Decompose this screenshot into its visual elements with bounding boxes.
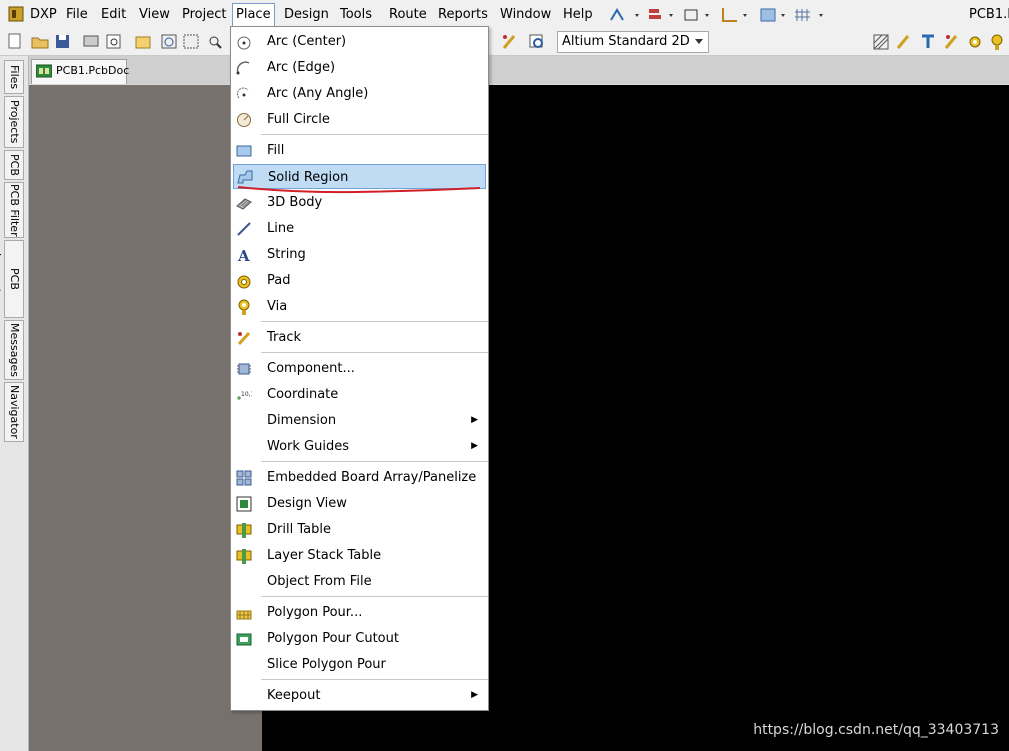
- menu-item-arc-edge[interactable]: Arc (Edge): [231, 55, 488, 80]
- menu-item-track[interactable]: Track: [231, 325, 488, 350]
- fill-icon: [236, 145, 252, 157]
- menu-item-fill[interactable]: Fill: [231, 138, 488, 163]
- main-toolbar: Altium Standard 2D: [0, 29, 1009, 56]
- menu-separator: [261, 352, 488, 353]
- menu-edit[interactable]: Edit: [101, 5, 126, 25]
- menu-item-component[interactable]: Component...: [231, 356, 488, 381]
- submenu-arrow-icon: ▶: [471, 415, 478, 425]
- design-view-icon: [236, 496, 252, 512]
- drill-table-icon: [236, 523, 252, 538]
- line-icon: [237, 222, 251, 236]
- menu-item-embedded-board-array[interactable]: Embedded Board Array/Panelize: [231, 465, 488, 490]
- dxp-logo-icon: [8, 6, 24, 22]
- svg-text:A: A: [237, 247, 250, 263]
- side-tab-projects[interactable]: Projects: [4, 96, 24, 148]
- component-icon: [237, 363, 251, 375]
- arc-edge-icon: [236, 61, 250, 75]
- menu-separator: [261, 596, 488, 597]
- menu-place[interactable]: Place: [232, 3, 275, 27]
- menu-item-line[interactable]: Line: [231, 216, 488, 241]
- side-tab-navigator[interactable]: Navigator: [4, 382, 24, 442]
- menu-project[interactable]: Project: [182, 5, 226, 25]
- view-mode-value: Altium Standard 2D: [562, 34, 690, 49]
- document-tab-strip: [29, 56, 1009, 84]
- view-mode-select[interactable]: Altium Standard 2D: [557, 31, 709, 53]
- menu-reports[interactable]: Reports: [438, 5, 488, 25]
- menu-item-polygon-pour-cutout[interactable]: Polygon Pour Cutout: [231, 626, 488, 651]
- menu-route[interactable]: Route: [389, 5, 427, 25]
- menu-item-coordinate[interactable]: 10,10 Coordinate: [231, 382, 488, 407]
- menu-design[interactable]: Design: [284, 5, 329, 25]
- full-circle-icon: [237, 113, 251, 127]
- solid-region-icon: [237, 170, 253, 184]
- menu-help[interactable]: Help: [563, 5, 593, 25]
- menu-item-arc-any-angle[interactable]: Arc (Any Angle): [231, 81, 488, 106]
- workspace-background: [29, 85, 262, 751]
- toolbar-tool-icons[interactable]: [500, 33, 560, 51]
- menu-item-work-guides[interactable]: Work Guides ▶: [231, 434, 488, 459]
- toolbar-file-icons[interactable]: [6, 33, 231, 51]
- pad-icon: [237, 275, 251, 289]
- side-tab-files[interactable]: Files: [4, 60, 24, 94]
- side-tab-pcb-filter[interactable]: PCB Filter: [4, 182, 24, 238]
- polygon-pour-icon: [236, 610, 252, 620]
- menu-file[interactable]: File: [66, 5, 88, 25]
- menu-item-full-circle[interactable]: Full Circle: [231, 107, 488, 132]
- menu-item-pad[interactable]: Pad: [231, 268, 488, 293]
- document-tab-label: PCB1.PcbDoc: [56, 64, 130, 77]
- menu-item-arc-center[interactable]: Arc (Center): [231, 29, 488, 54]
- layer-stack-table-icon: [236, 549, 252, 564]
- menu-item-design-view[interactable]: Design View: [231, 491, 488, 516]
- document-title-label: PCB1.P: [969, 7, 1009, 22]
- menu-item-string[interactable]: A String: [231, 242, 488, 267]
- track-icon: [237, 331, 251, 346]
- arc-any-angle-icon: [237, 87, 249, 99]
- menu-item-layer-stack-table[interactable]: Layer Stack Table: [231, 543, 488, 568]
- menu-item-slice-polygon-pour[interactable]: Slice Polygon Pour: [231, 652, 488, 677]
- watermark-text: https://blog.csdn.net/qq_33403713: [753, 722, 999, 738]
- menu-bar: DXP File Edit View Project Place Design …: [0, 0, 1009, 30]
- menu-tools[interactable]: Tools: [340, 5, 372, 25]
- board-array-icon: [236, 470, 252, 486]
- arc-center-icon: [237, 36, 251, 50]
- toolbar-place-icons[interactable]: [872, 33, 1009, 51]
- pcb-document-icon: [36, 64, 52, 78]
- side-tab-messages[interactable]: Messages: [4, 320, 24, 380]
- menu-separator: [261, 134, 488, 135]
- annotation-underline: [237, 186, 481, 194]
- side-tab-pcb-inspector[interactable]: PCB Inspector: [0, 240, 24, 318]
- chevron-down-icon: [695, 39, 703, 44]
- menu-item-object-from-file[interactable]: Object From File: [231, 569, 488, 594]
- menu-dxp[interactable]: DXP: [30, 5, 57, 25]
- place-menu: Arc (Center) Arc (Edge) Arc (Any Angle) …: [230, 26, 489, 711]
- menu-separator: [261, 321, 488, 322]
- menu-item-dimension[interactable]: Dimension ▶: [231, 408, 488, 433]
- submenu-arrow-icon: ▶: [471, 441, 478, 451]
- side-panel-tabs: Files Projects PCB PCB Filter PCB Inspec…: [0, 56, 29, 751]
- menu-view[interactable]: View: [139, 5, 170, 25]
- polygon-cutout-icon: [236, 633, 252, 646]
- menu-item-keepout[interactable]: Keepout ▶: [231, 683, 488, 708]
- menu-item-polygon-pour[interactable]: Polygon Pour...: [231, 600, 488, 625]
- menu-separator: [261, 679, 488, 680]
- menu-separator: [261, 461, 488, 462]
- menu-item-drill-table[interactable]: Drill Table: [231, 517, 488, 542]
- string-icon: A: [237, 247, 250, 263]
- menubar-tool-icons[interactable]: [609, 6, 829, 24]
- coordinate-icon: 10,10: [237, 391, 252, 400]
- submenu-arrow-icon: ▶: [471, 690, 478, 700]
- menu-item-via[interactable]: Via: [231, 294, 488, 319]
- document-tab-pcb1[interactable]: PCB1.PcbDoc: [31, 59, 130, 84]
- svg-text:10,10: 10,10: [241, 391, 252, 398]
- via-icon: [238, 299, 250, 315]
- menu-window[interactable]: Window: [500, 5, 551, 25]
- side-tab-pcb[interactable]: PCB: [4, 150, 24, 180]
